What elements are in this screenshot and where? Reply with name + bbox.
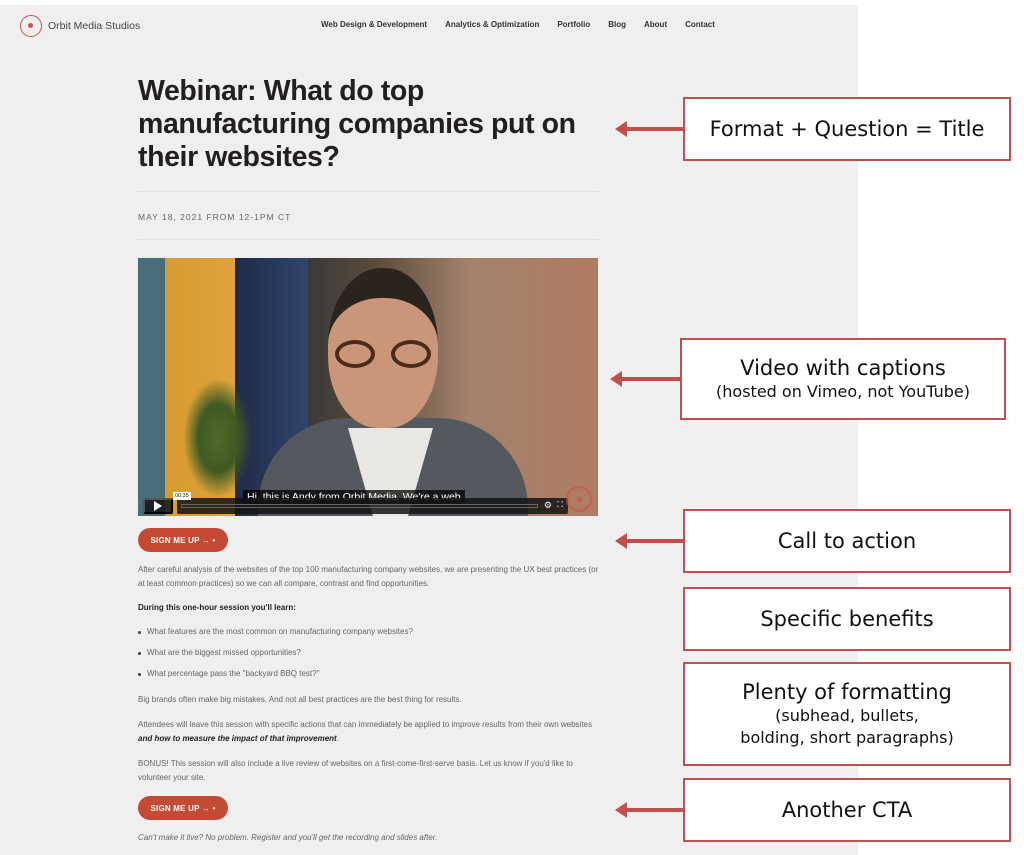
annotation-another-cta: Another CTA (683, 778, 1011, 842)
gear-icon[interactable]: ⚙ (544, 500, 552, 511)
footer-note: Can't make it live? No problem. Register… (138, 833, 438, 842)
sign-me-up-button-2[interactable]: SIGN ME UP → • (138, 796, 228, 820)
nav-item-blog[interactable]: Blog (608, 20, 626, 29)
arrow-left-icon (610, 371, 682, 387)
paragraph-text: Attendees will leave this session with s… (138, 720, 592, 729)
logo-text: Orbit Media Studios (48, 20, 141, 32)
benefits-list: What features are the most common on man… (138, 627, 413, 690)
play-button[interactable] (143, 498, 173, 514)
annotation-text: Specific benefits (760, 607, 934, 631)
video-frame-glasses (391, 340, 431, 368)
page-title: Webinar: What do top manufacturing compa… (138, 75, 576, 173)
list-item: What percentage pass the "backyard BBQ t… (138, 669, 413, 690)
annotation-subtext: (hosted on Vimeo, not YouTube) (716, 382, 970, 401)
video-progress-bar[interactable]: ⚙ ⛶ (177, 498, 568, 514)
video-timestamp: 00:35 (173, 492, 191, 500)
video-frame-glasses (335, 340, 375, 368)
list-item: What are the biggest missed opportunitie… (138, 648, 413, 669)
benefits-subhead: During this one-hour session you'll lear… (138, 603, 296, 612)
paragraph-text: . (336, 733, 339, 743)
event-date: MAY 18, 2021 FROM 12-1PM CT (138, 212, 292, 222)
annotation-cta: Call to action (683, 509, 1011, 573)
nav-item-web-design[interactable]: Web Design & Development (321, 20, 427, 29)
paragraph: Big brands often make big mistakes. And … (138, 695, 462, 704)
intro-paragraph: After careful analysis of the websites o… (138, 565, 599, 588)
annotation-text: Another CTA (781, 798, 913, 822)
annotation-video: Video with captions (hosted on Vimeo, no… (680, 338, 1006, 420)
arrow-left-icon (615, 533, 685, 549)
divider (138, 239, 598, 240)
annotation-text: Format + Question = Title (709, 117, 985, 141)
nav-item-about[interactable]: About (644, 20, 667, 29)
bonus-paragraph: BONUS! This session will also include a … (138, 759, 573, 782)
fullscreen-icon[interactable]: ⛶ (557, 500, 563, 510)
video-controls: ⚙ ⛶ 00:35 (143, 492, 568, 514)
annotation-subtext: (subhead, bullets, (775, 706, 919, 725)
sign-me-up-button[interactable]: SIGN ME UP → • (138, 528, 228, 552)
orbit-watermark-icon (566, 486, 592, 512)
nav-item-analytics[interactable]: Analytics & Optimization (445, 20, 539, 29)
progress-track[interactable] (181, 504, 538, 508)
annotation-benefits: Specific benefits (683, 587, 1011, 651)
annotation-title: Format + Question = Title (683, 97, 1011, 161)
video-player[interactable]: Hi, this is Andy from Orbit Media. We're… (138, 258, 598, 516)
arrow-left-icon (615, 802, 685, 818)
nav-item-portfolio[interactable]: Portfolio (557, 20, 590, 29)
annotation-formatting: Plenty of formatting (subhead, bullets, … (683, 662, 1011, 766)
annotation-text: Video with captions (740, 356, 946, 380)
orbit-logo-icon (20, 15, 42, 37)
divider (138, 191, 598, 192)
play-icon (154, 501, 162, 511)
annotation-subtext: bolding, short paragraphs) (740, 728, 954, 747)
video-frame-plant (183, 378, 253, 498)
main-nav: Web Design & Development Analytics & Opt… (321, 20, 715, 29)
arrow-left-icon (615, 121, 685, 137)
site-logo[interactable]: Orbit Media Studios (20, 15, 140, 37)
annotation-text: Plenty of formatting (742, 680, 952, 704)
paragraph: Attendees will leave this session with s… (138, 718, 600, 745)
nav-item-contact[interactable]: Contact (685, 20, 715, 29)
list-item: What features are the most common on man… (138, 627, 413, 648)
annotation-text: Call to action (777, 529, 917, 553)
emphasis-text: and how to measure the impact of that im… (138, 733, 337, 743)
